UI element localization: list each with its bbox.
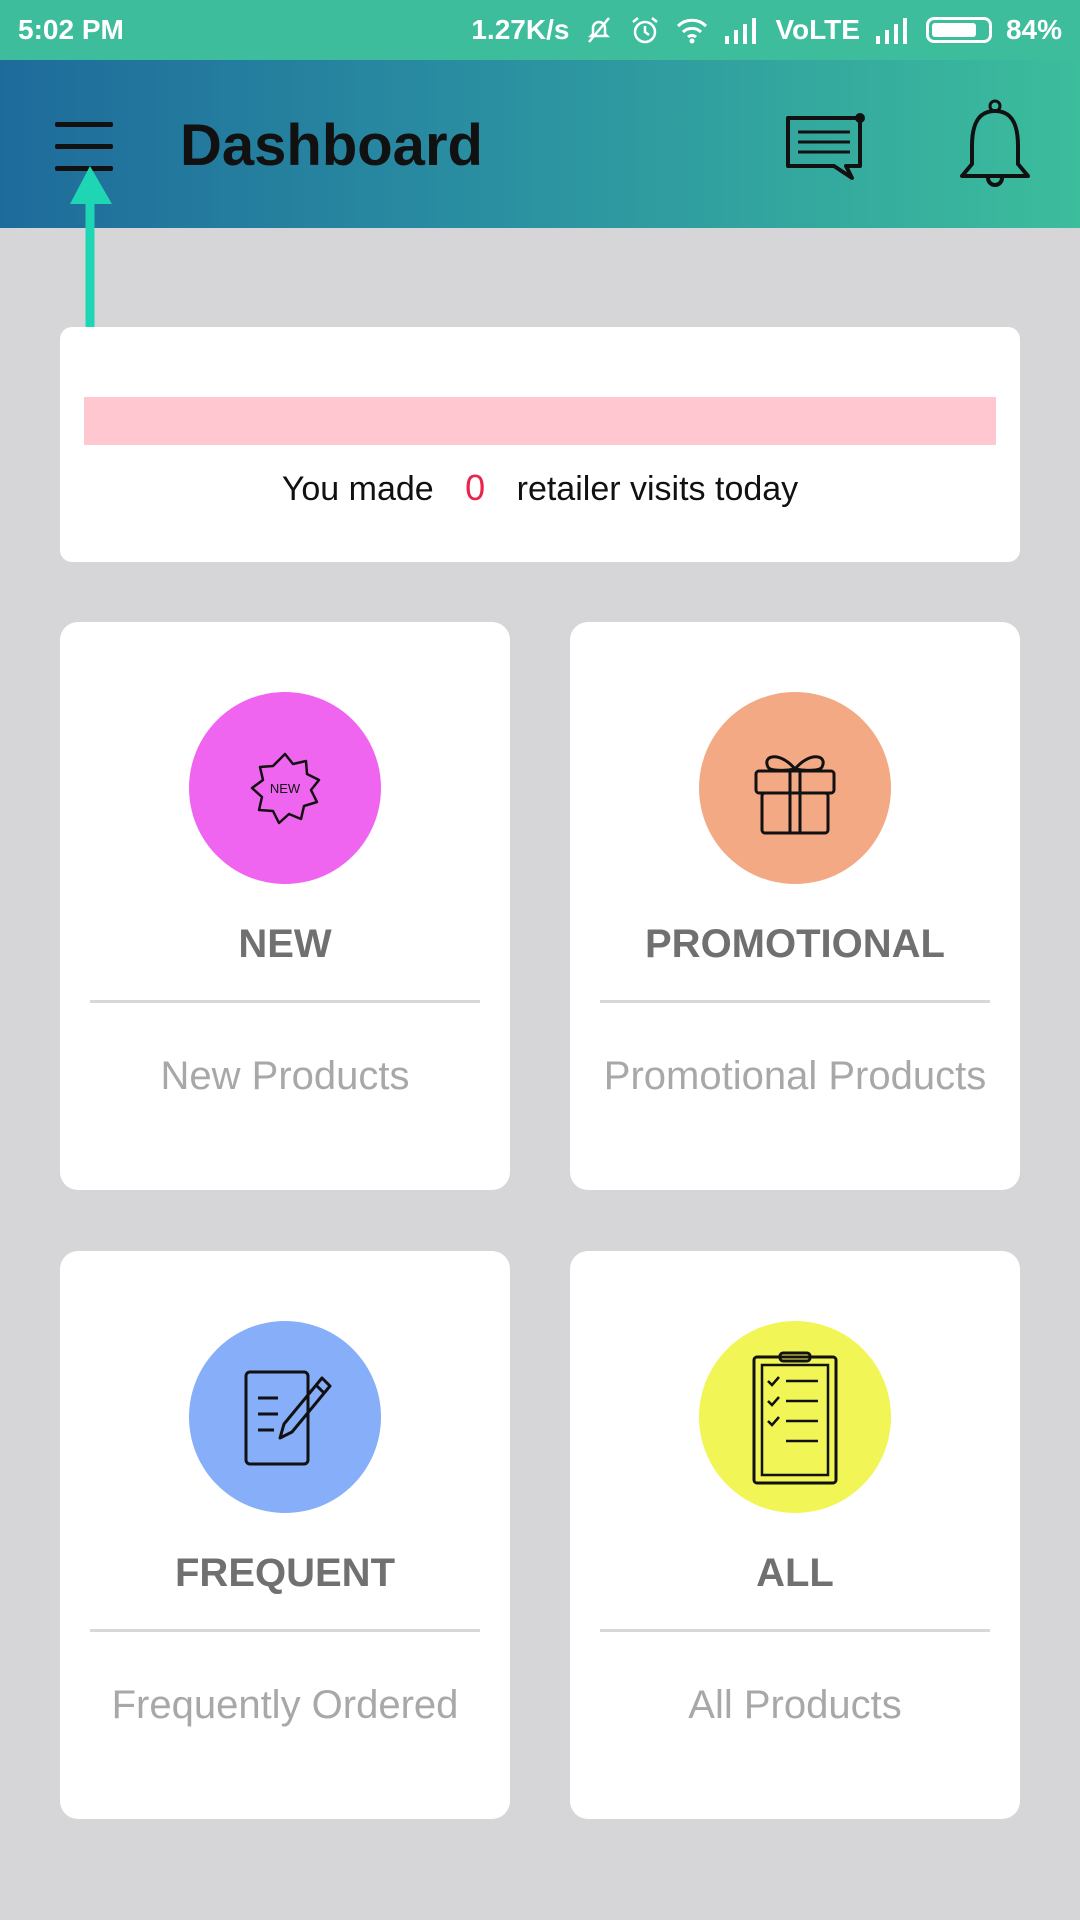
tile-divider [90, 1629, 480, 1632]
tile-divider [600, 1000, 990, 1003]
signal-icon-2 [875, 18, 907, 44]
tile-title: ALL [756, 1551, 834, 1595]
tile-divider [90, 1000, 480, 1003]
tile-icon-circle: NEW [189, 692, 381, 884]
hamburger-menu-icon [55, 122, 113, 127]
bell-icon [960, 99, 1030, 187]
tile-promotional-products[interactable]: PROMOTIONAL Promotional Products [570, 622, 1020, 1190]
tile-icon-circle [699, 692, 891, 884]
page-title: Dashboard [180, 113, 483, 178]
status-indicators: 1.27K/s VoLTE 84% [471, 14, 1062, 46]
tile-frequent-products[interactable]: FREQUENT Frequently Ordered [60, 1251, 510, 1819]
menu-button[interactable] [40, 112, 130, 182]
status-time: 5:02 PM [18, 14, 124, 45]
tile-all-products[interactable]: ALL All Products [570, 1251, 1020, 1819]
visits-card: You made 0 retailer visits today [60, 327, 1020, 562]
network-speed: 1.27K/s [471, 14, 570, 45]
mute-vibrate-icon [588, 17, 611, 43]
chat-icon [786, 113, 865, 180]
battery-percent: 84% [1005, 14, 1062, 45]
tile-icon-circle [189, 1321, 381, 1513]
network-type: VoLTE [775, 14, 860, 45]
wifi-icon [677, 18, 708, 44]
edit-document-icon [244, 1370, 332, 1466]
new-badge-icon: NEW [250, 752, 321, 825]
visits-suffix: retailer visits today [516, 470, 799, 508]
visits-progress-bar [84, 397, 996, 445]
tile-title: NEW [238, 922, 332, 966]
visits-count: 0 [465, 467, 486, 508]
tile-title: FREQUENT [175, 1551, 395, 1595]
svg-text:NEW: NEW [270, 781, 301, 796]
app-bar: Dashboard [0, 60, 1080, 228]
tile-icon-circle [699, 1321, 891, 1513]
status-bar: 5:02 PM 1.27K/s VoLTE 84% [0, 0, 1080, 60]
gift-icon [754, 755, 836, 835]
visits-prefix: You made [281, 470, 434, 508]
chat-button[interactable] [782, 110, 872, 190]
alarm-icon [632, 17, 659, 44]
tile-subtitle: Promotional Products [603, 1054, 987, 1098]
clipboard-checklist-icon [752, 1351, 838, 1485]
visits-summary: You made 0 retailer visits today [60, 467, 1020, 509]
signal-icon [725, 18, 757, 44]
tile-divider [600, 1629, 990, 1632]
notifications-button[interactable] [950, 98, 1040, 198]
hamburger-menu-icon-line [55, 144, 113, 149]
battery-icon [925, 17, 992, 43]
tile-title: PROMOTIONAL [645, 922, 945, 966]
battery-level [931, 23, 977, 37]
tile-subtitle: Frequently Ordered [111, 1683, 459, 1727]
tile-subtitle: All Products [688, 1683, 902, 1727]
tile-new-products[interactable]: NEW NEW New Products [60, 622, 510, 1190]
tile-subtitle: New Products [160, 1054, 410, 1098]
hamburger-menu-icon-line [55, 166, 113, 171]
